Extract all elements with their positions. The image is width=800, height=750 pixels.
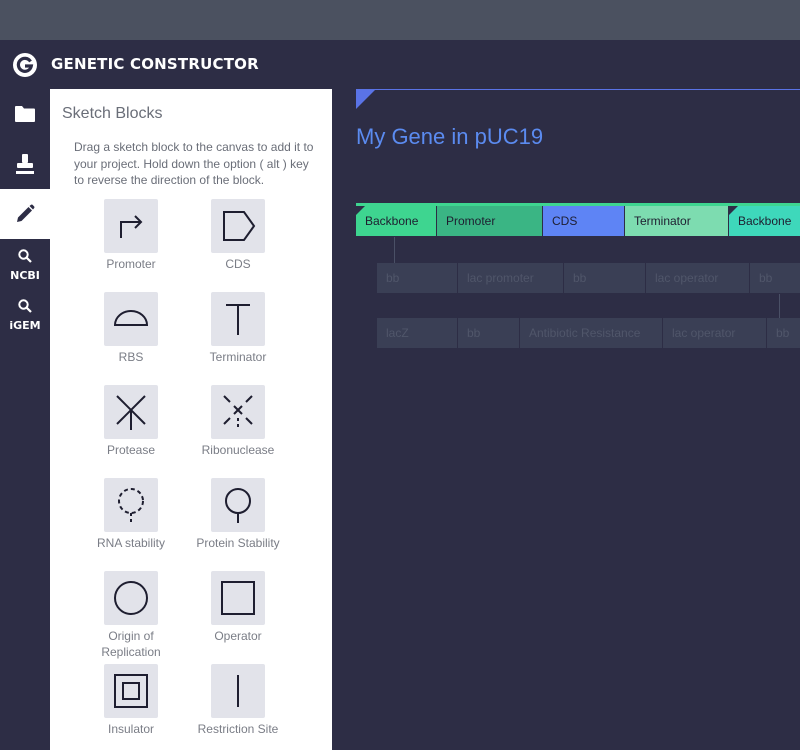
construct-part-backbone[interactable]: Backbone: [356, 206, 436, 236]
ribonuclease-icon: [223, 395, 253, 430]
left-nav: NCBI iGEM: [0, 89, 50, 750]
nested-block[interactable]: lac promoter: [458, 263, 564, 293]
operator-icon: [221, 581, 255, 615]
nested-block[interactable]: lacZ: [377, 318, 458, 348]
rbs-icon: [113, 310, 149, 326]
sketch-block-rbs[interactable]: RBS: [81, 292, 181, 365]
sketch-block-protease[interactable]: Protease: [81, 385, 181, 458]
nav-sketch-button[interactable]: [0, 189, 50, 239]
sketch-block-protein-stability[interactable]: Protein Stability: [188, 478, 288, 551]
block-label: Protease: [106, 443, 156, 457]
block-label: Ribonuclease: [201, 443, 275, 457]
block-label: RNA stability: [96, 536, 166, 550]
part-label: Promoter: [446, 214, 496, 228]
sketch-block-terminator[interactable]: Terminator: [188, 292, 288, 365]
app-title: GENETIC CONSTRUCTOR: [51, 55, 259, 73]
subrow-connector: [394, 237, 395, 263]
block-label: Insulator: [107, 722, 155, 736]
block-label: Protein Stability: [196, 536, 280, 550]
cds-icon: [223, 211, 256, 241]
rna-stability-icon: [118, 488, 144, 523]
protein-stability-icon: [225, 488, 251, 523]
sketch-block-ribonuclease[interactable]: Ribonuclease: [188, 385, 288, 458]
nav-igem-label: iGEM: [9, 319, 41, 332]
subrow-connector: [779, 294, 780, 318]
stamp-icon: [16, 154, 34, 174]
nested-block[interactable]: lac operator: [663, 318, 767, 348]
part-label: Backbone: [365, 214, 419, 228]
block-label: Terminator: [209, 350, 267, 364]
construct-part-backbone-2[interactable]: Backbone: [729, 206, 800, 236]
design-canvas[interactable]: My Gene in pUC19 Backbone Promoter CDS T…: [332, 89, 800, 750]
construct-part-terminator[interactable]: Terminator: [625, 206, 728, 236]
sketch-block-operator[interactable]: Operator: [188, 571, 288, 644]
nested-row-2: lacZ bb Antibiotic Resistance lac operat…: [377, 318, 800, 348]
insulator-icon: [114, 674, 148, 708]
browser-top-bar: [0, 0, 800, 40]
restriction-site-icon: [237, 675, 239, 707]
nested-block[interactable]: bb: [564, 263, 646, 293]
sketch-block-restriction-site[interactable]: Restriction Site: [188, 664, 288, 737]
nested-block[interactable]: Antibiotic Resistance: [520, 318, 663, 348]
protease-icon: [116, 395, 146, 430]
part-label: Backbone: [738, 214, 792, 228]
construct-title[interactable]: My Gene in pUC19: [356, 124, 543, 150]
nav-igem-search[interactable]: iGEM: [0, 299, 50, 332]
nested-block[interactable]: bb: [767, 318, 800, 348]
origin-of-replication-icon: [114, 581, 148, 615]
nav-projects-button[interactable]: [0, 89, 50, 139]
nested-row-1: bb lac promoter bb lac operator bb: [377, 263, 800, 293]
block-label: RBS: [118, 350, 144, 364]
nested-block[interactable]: bb: [750, 263, 800, 293]
construct-corner-marker[interactable]: [356, 89, 376, 109]
part-label: Terminator: [634, 214, 691, 228]
nested-block[interactable]: bb: [377, 263, 458, 293]
block-label: Promoter: [106, 257, 156, 271]
nav-inventory-button[interactable]: [0, 139, 50, 189]
construct-divider: [356, 89, 800, 90]
nested-block[interactable]: lac operator: [646, 263, 750, 293]
sketch-block-promoter[interactable]: Promoter: [81, 199, 181, 272]
promoter-icon: [120, 215, 143, 238]
sketch-block-rna-stability[interactable]: RNA stability: [81, 478, 181, 551]
pencil-icon: [17, 204, 35, 222]
nested-block[interactable]: bb: [458, 318, 520, 348]
block-label: Operator: [214, 629, 262, 643]
block-label: Restriction Site: [197, 722, 279, 736]
panel-title: Sketch Blocks: [62, 105, 163, 122]
block-label: Origin of Replication: [101, 629, 161, 659]
construct-part-cds[interactable]: CDS: [543, 206, 624, 236]
terminator-icon: [226, 304, 250, 335]
sketch-block-cds[interactable]: CDS: [188, 199, 288, 272]
search-icon: [18, 249, 32, 263]
nav-ncbi-search[interactable]: NCBI: [0, 249, 50, 282]
part-label: CDS: [552, 214, 578, 228]
genetic-constructor-logo-icon[interactable]: [12, 52, 38, 78]
construct-part-promoter[interactable]: Promoter: [437, 206, 542, 236]
sketch-block-insulator[interactable]: Insulator: [81, 664, 181, 737]
part-corner-marker: [356, 206, 365, 215]
sketch-blocks-panel: Sketch Blocks Drag a sketch block to the…: [50, 89, 332, 750]
part-corner-marker: [729, 206, 738, 215]
panel-description: Drag a sketch block to the canvas to add…: [74, 140, 314, 187]
search-icon: [18, 299, 32, 313]
app-header: GENETIC CONSTRUCTOR: [0, 40, 800, 88]
block-label: CDS: [225, 257, 251, 271]
sketch-block-origin-of-replication[interactable]: Origin of Replication: [81, 571, 181, 660]
folder-icon: [15, 106, 35, 122]
nav-ncbi-label: NCBI: [10, 269, 40, 282]
